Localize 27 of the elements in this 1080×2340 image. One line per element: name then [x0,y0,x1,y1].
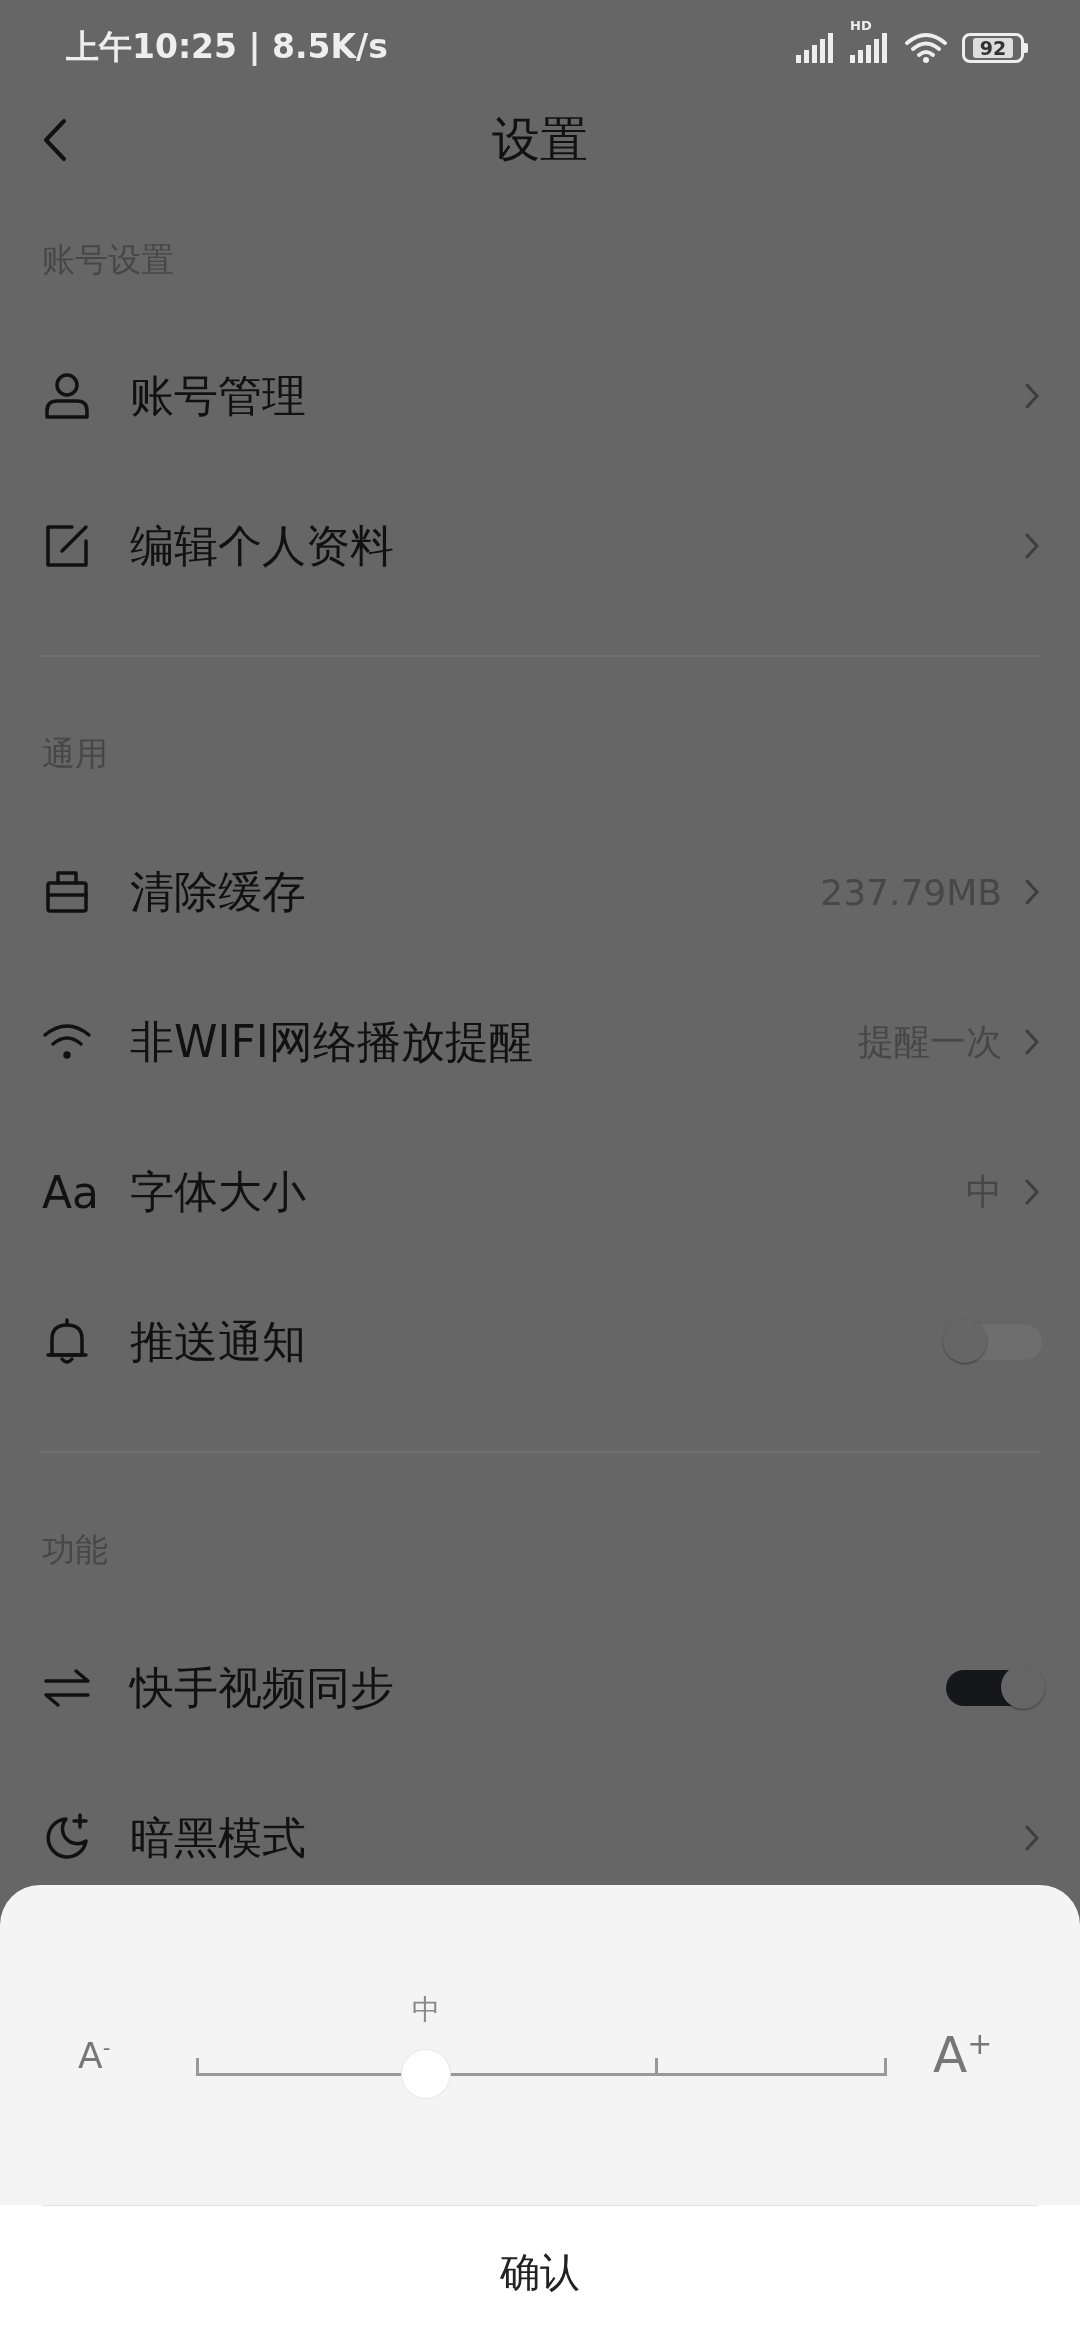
font-size-icon: Aa [42,1166,98,1218]
chevron-right-icon [1024,382,1040,410]
increase-font-label[interactable]: A$^{+}$ [933,2026,993,2084]
slider-value-label: 中 [412,1992,441,2028]
setting-label[interactable]: 编辑个人资料 [130,516,1024,576]
chevron-right-icon [1024,532,1040,560]
hd-label: HD [850,18,872,32]
setting-label[interactable]: 非WIFI网络播放提醒 [130,1012,858,1072]
user-icon [42,371,92,421]
slider-thumb[interactable] [401,2049,452,2099]
chevron-right-icon [1024,1028,1040,1056]
chevron-right-icon [1024,1178,1040,1206]
setting-label[interactable]: 清除缓存 [130,862,821,922]
setting-label: 推送通知 [130,1314,307,1369]
decrease-font-label[interactable]: A$^{-}$ [78,2034,128,2076]
page-title: 设置 [492,110,588,169]
signal-icon [796,32,836,63]
setting-label[interactable]: 暗黑模式 [130,1808,1024,1868]
setting-label: 快手视频同步 [130,1660,395,1715]
chevron-right-icon [1024,878,1040,906]
signal-icon [850,32,890,63]
wifi-icon [904,30,948,65]
chevron-right-icon [1024,1824,1040,1852]
status-time: 上午10:25 | 8.5K/s [66,26,388,68]
setting-label[interactable]: 字体大小 [130,1162,966,1222]
confirm-button[interactable]: 确认 [470,2235,610,2310]
setting-label[interactable]: 账号管理 [130,366,1024,426]
